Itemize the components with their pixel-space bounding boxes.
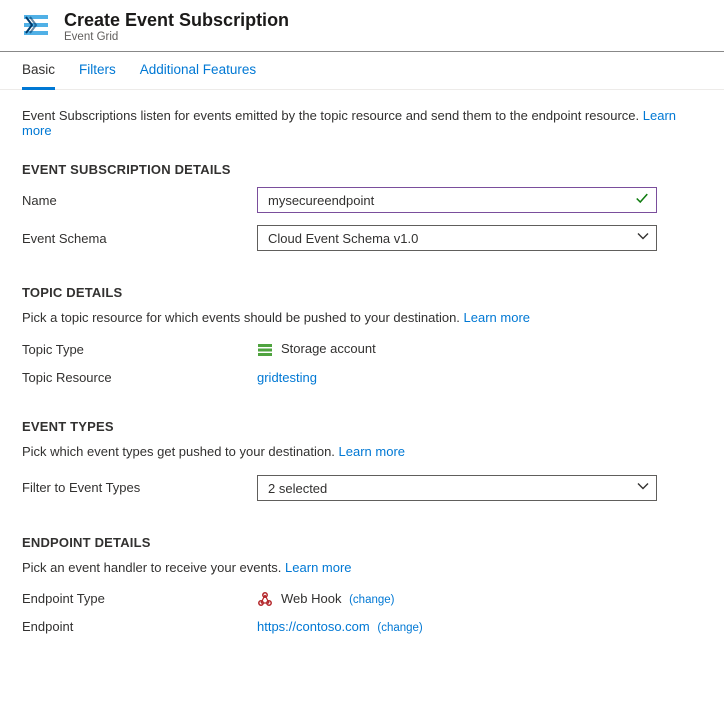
endpoint-type-text: Web Hook — [281, 591, 341, 606]
topic-type-value: Storage account — [257, 341, 702, 358]
endpoint-label: Endpoint — [22, 619, 257, 634]
name-label: Name — [22, 193, 257, 208]
endpoint-value-link[interactable]: https://contoso.com — [257, 619, 370, 634]
tab-basic[interactable]: Basic — [22, 62, 55, 90]
endpoint-type-value: Web Hook (change) — [257, 591, 702, 608]
endpoint-type-label: Endpoint Type — [22, 591, 257, 606]
page-title: Create Event Subscription — [64, 10, 289, 31]
tab-filters[interactable]: Filters — [79, 62, 116, 89]
topic-type-text: Storage account — [281, 341, 376, 356]
section-event-types: EVENT TYPES Pick which event types get p… — [22, 419, 702, 501]
intro-text: Event Subscriptions listen for events em… — [22, 108, 702, 138]
event-schema-label: Event Schema — [22, 231, 257, 246]
topic-details-desc: Pick a topic resource for which events s… — [22, 310, 702, 325]
endpoint-details-desc: Pick an event handler to receive your ev… — [22, 560, 702, 575]
endpoint-type-change-link[interactable]: (change) — [349, 594, 394, 606]
topic-resource-label: Topic Resource — [22, 370, 257, 385]
event-types-desc-text: Pick which event types get pushed to you… — [22, 444, 339, 459]
endpoint-details-desc-text: Pick an event handler to receive your ev… — [22, 560, 285, 575]
topic-learn-more-link[interactable]: Learn more — [464, 310, 530, 325]
topic-details-title: TOPIC DETAILS — [22, 285, 702, 300]
intro-text-body: Event Subscriptions listen for events em… — [22, 108, 643, 123]
event-types-desc: Pick which event types get pushed to you… — [22, 444, 702, 459]
endpoint-learn-more-link[interactable]: Learn more — [285, 560, 351, 575]
storage-account-icon — [257, 342, 273, 358]
subscription-details-title: EVENT SUBSCRIPTION DETAILS — [22, 162, 702, 177]
blade-header: Create Event Subscription Event Grid — [0, 0, 724, 52]
name-input[interactable] — [257, 187, 657, 213]
content-area: Event Subscriptions listen for events em… — [0, 90, 724, 686]
tab-additional-features[interactable]: Additional Features — [140, 62, 256, 89]
endpoint-details-title: ENDPOINT DETAILS — [22, 535, 702, 550]
section-topic-details: TOPIC DETAILS Pick a topic resource for … — [22, 285, 702, 385]
section-endpoint-details: ENDPOINT DETAILS Pick an event handler t… — [22, 535, 702, 635]
header-titles: Create Event Subscription Event Grid — [64, 10, 289, 43]
filter-event-types-label: Filter to Event Types — [22, 480, 257, 495]
event-schema-select[interactable]: Cloud Event Schema v1.0 — [257, 225, 657, 251]
topic-details-desc-text: Pick a topic resource for which events s… — [22, 310, 464, 325]
event-grid-icon — [22, 12, 50, 40]
topic-resource-link[interactable]: gridtesting — [257, 370, 317, 385]
endpoint-change-link[interactable]: (change) — [377, 622, 422, 634]
event-types-title: EVENT TYPES — [22, 419, 702, 434]
topic-type-label: Topic Type — [22, 342, 257, 357]
tabs: Basic Filters Additional Features — [0, 52, 724, 90]
page-subtitle: Event Grid — [64, 31, 289, 43]
event-types-learn-more-link[interactable]: Learn more — [339, 444, 405, 459]
section-subscription-details: EVENT SUBSCRIPTION DETAILS Name Event Sc… — [22, 162, 702, 251]
webhook-icon — [257, 591, 273, 607]
filter-event-types-select[interactable]: 2 selected — [257, 475, 657, 501]
